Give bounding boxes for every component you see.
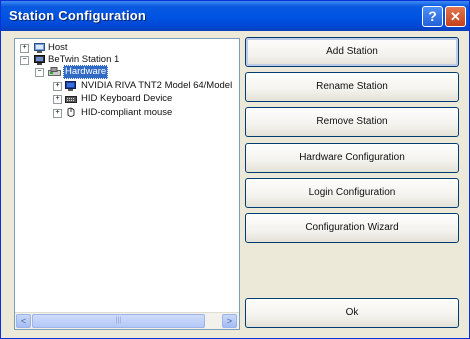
monitor-icon [65,81,76,91]
hardware-configuration-button[interactable]: Hardware Configuration [245,143,459,173]
ok-button[interactable]: Ok [245,298,459,328]
computer-icon [34,55,45,65]
computer-icon [34,43,45,53]
hardware-icon [48,67,61,77]
scroll-right-button[interactable]: > [222,314,237,328]
expand-icon[interactable]: + [53,95,62,104]
collapse-icon[interactable]: − [20,56,29,65]
tree-item-label: NVIDIA RIVA TNT2 Model 64/Model [81,80,233,91]
keyboard-icon [65,94,77,104]
expand-icon[interactable]: + [20,44,29,53]
login-configuration-button[interactable]: Login Configuration [245,178,459,208]
add-station-button[interactable]: Add Station [245,37,459,67]
expand-icon[interactable]: + [53,109,62,118]
close-button[interactable]: ✕ [445,6,466,27]
remove-station-button[interactable]: Remove Station [245,107,459,137]
tree-item-label: Hardware [63,65,109,79]
title-bar[interactable]: Station Configuration ? ✕ [1,1,469,31]
configuration-wizard-button[interactable]: Configuration Wizard [245,213,459,243]
help-button[interactable]: ? [422,6,443,27]
tree-item-label: HID Keyboard Device [81,93,173,104]
station-tree-view[interactable]: + Host − BeTwin Station 1 − Hardware + N… [14,38,240,330]
tree-item-label: Host [48,42,68,53]
station-configuration-window: Station Configuration ? ✕ + Host − BeTwi… [0,0,470,339]
collapse-icon[interactable]: − [35,68,44,77]
scroll-left-button[interactable]: < [16,314,31,328]
tree-item-label: HID-compliant mouse [81,107,173,118]
horizontal-scrollbar[interactable]: < ||| > [15,312,239,329]
window-title: Station Configuration [9,8,147,23]
rename-station-button[interactable]: Rename Station [245,72,459,102]
mouse-icon [66,107,77,117]
scroll-thumb[interactable]: ||| [32,314,205,328]
expand-icon[interactable]: + [53,82,62,91]
